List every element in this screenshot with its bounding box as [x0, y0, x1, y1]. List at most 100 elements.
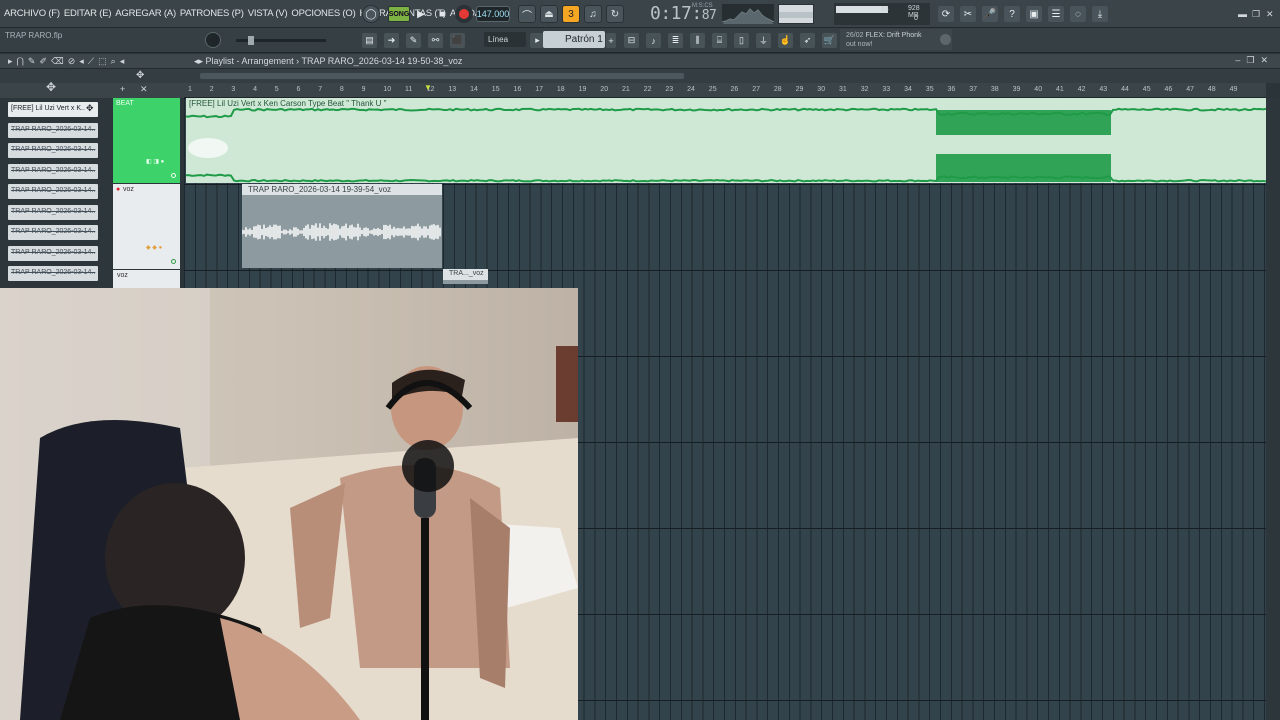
track-voz-controls[interactable]: ◆ ◆ ●: [146, 244, 162, 251]
master-volume-slider[interactable]: [236, 36, 326, 45]
news-panel[interactable]: 26/02 FLEX: Drift Phonk out now!: [840, 29, 952, 50]
plug-icon[interactable]: ⏚: [756, 33, 771, 48]
playlist-icon[interactable]: ▤: [362, 33, 377, 48]
audio-clip-tra[interactable]: TRA..._voz: [443, 269, 488, 284]
track-beat-controls[interactable]: ◧ ◨ ●: [146, 158, 164, 165]
select-tool-icon[interactable]: ⬚: [98, 56, 111, 66]
menu-editar[interactable]: EDITAR (E): [64, 8, 112, 19]
audio-clip-voz[interactable]: TRAP RARO_2026-03-14 19-39-54_voz: [242, 184, 442, 268]
picker-item-voz[interactable]: TRAP RARO_2026-03-14..: [8, 225, 98, 240]
menu-agregar[interactable]: AGREGAR (A): [115, 8, 176, 19]
picker-item-voz[interactable]: TRAP RARO_2026-03-14..: [8, 266, 98, 281]
channel-rack-icon[interactable]: ≣: [668, 33, 683, 48]
playlist-arrange-icon[interactable]: ◂▸: [194, 56, 206, 66]
ruler-bar-number: 1: [188, 86, 192, 93]
mixer-window-icon[interactable]: ⫼: [690, 33, 705, 48]
picker-item-voz[interactable]: TRAP RARO_2026-03-14..: [8, 184, 98, 199]
audio-clip-beat[interactable]: [FREE] Lil Uzi Vert x Ken Carson Type Be…: [186, 98, 1266, 183]
magnet-icon[interactable]: ⋂: [17, 56, 28, 66]
delete-tool-icon[interactable]: ⌫: [51, 56, 68, 66]
chat-icon[interactable]: ◌: [1070, 6, 1086, 22]
horizontal-zoom-icon[interactable]: ✥: [136, 70, 144, 81]
touch-icon[interactable]: ☝: [778, 33, 793, 48]
pattern-selector[interactable]: Patrón 1: [543, 31, 605, 48]
menu-patrones[interactable]: PATRONES (P): [180, 8, 244, 19]
tempo-tap-icon[interactable]: ➶: [800, 33, 815, 48]
ruler-bar-number: 14: [470, 86, 478, 93]
arrow-icon[interactable]: ➜: [384, 33, 399, 48]
track-beat-label: BEAT: [116, 100, 134, 107]
slider-handle[interactable]: [248, 36, 254, 45]
song-mode-button[interactable]: SONG: [388, 6, 410, 22]
piano-roll-icon[interactable]: ♪: [646, 33, 661, 48]
playlist-menu-icon[interactable]: ▸: [8, 56, 17, 66]
countdown-icon[interactable]: 3: [562, 5, 580, 23]
refresh-icon[interactable]: ⟳: [938, 6, 954, 22]
help-icon[interactable]: ?: [1004, 6, 1020, 22]
loop-record-icon[interactable]: ↻: [606, 5, 624, 23]
zoom-tool-icon[interactable]: ⌕: [111, 56, 120, 66]
cut-icon[interactable]: ✂: [960, 6, 976, 22]
picker-item-voz[interactable]: TRAP RARO_2026-03-14..: [8, 245, 98, 261]
pencil-tool-icon[interactable]: ✎: [28, 56, 40, 66]
slice-tool-icon[interactable]: ⟋: [88, 56, 98, 66]
track-header-voz-2[interactable]: voz: [113, 270, 180, 288]
playlist-window-controls[interactable]: –❐✕: [1235, 55, 1274, 66]
horizontal-scrollbar[interactable]: [200, 73, 684, 79]
mixer-icon[interactable]: ☰: [1048, 6, 1064, 22]
picker-move-icon[interactable]: ✥: [46, 80, 56, 94]
ruler-bar-number: 32: [860, 86, 869, 93]
ruler-bar-number: 25: [708, 86, 717, 93]
stamp-icon[interactable]: ⬛: [450, 33, 465, 48]
picker-item-voz[interactable]: TRAP RARO_2026-03-14..: [8, 163, 98, 179]
browser-icon[interactable]: ⌸: [712, 33, 727, 48]
wait-input-icon[interactable]: ⏏: [540, 5, 558, 23]
link-icon[interactable]: ⚯: [428, 33, 443, 48]
mute-tool-icon[interactable]: ⊘: [68, 56, 80, 66]
close-icon[interactable]: ✕: [1266, 9, 1274, 20]
tempo-display[interactable]: 147.000: [476, 6, 510, 22]
play-icon[interactable]: ▶: [412, 5, 430, 23]
slip-tool-icon[interactable]: ◂: [79, 56, 88, 66]
cart-icon[interactable]: 🛒: [822, 33, 837, 48]
vertical-scrollbar[interactable]: [1266, 98, 1280, 720]
timeline-ruler[interactable]: 1 2 3 4 5 6 7 8 9 10 11 12 13 14 15 16 17 18 19 20 21 22 23 24 2…: [184, 83, 1266, 98]
plugin-picker-icon[interactable]: ▯: [734, 33, 749, 48]
playlist-window-icon[interactable]: ⊟: [624, 33, 639, 48]
secondary-toolbar: TRAP RARO.flp ▤ ➜ ✎ ⚯ ⬛ Línea ▸ Patrón 1…: [0, 28, 1280, 53]
picker-item-move-icon[interactable]: ✥: [86, 103, 94, 114]
menu-vista[interactable]: VISTA (V): [248, 8, 288, 19]
playback-tool-icon[interactable]: ◂: [120, 56, 129, 66]
news-next-icon[interactable]: [940, 34, 951, 45]
minimize-icon[interactable]: ▬: [1238, 9, 1247, 19]
pencil-icon[interactable]: ✎: [406, 33, 421, 48]
playhead-marker[interactable]: ▼: [424, 83, 432, 92]
menu-opciones[interactable]: OPCIONES (O): [291, 8, 355, 19]
pattern-add-icon[interactable]: +: [606, 33, 616, 48]
metronome-icon[interactable]: ⌒: [518, 5, 536, 23]
snap-select[interactable]: Línea: [484, 32, 526, 47]
track-voz-led[interactable]: [171, 259, 176, 264]
maximize-icon[interactable]: ❐: [1252, 9, 1260, 20]
track-header-beat[interactable]: BEAT ◧ ◨ ●: [113, 98, 180, 183]
master-pitch-knob[interactable]: [205, 32, 221, 48]
picker-item-voz[interactable]: TRAP RARO_2026-03-14..: [8, 122, 98, 138]
download-icon[interactable]: ⤓: [1092, 6, 1108, 22]
ruler-bar-number: 31: [839, 86, 847, 93]
record-button[interactable]: [455, 5, 473, 23]
add-track-icon[interactable]: +: [120, 84, 125, 94]
picker-item-voz[interactable]: TRAP RARO_2026-03-14..: [8, 143, 98, 158]
picker-item-voz[interactable]: TRAP RARO_2026-03-14..: [8, 204, 98, 220]
picker-item-beat[interactable]: [FREE] Lil Uzi Vert x K..: [8, 102, 98, 117]
stop-icon[interactable]: ■: [433, 5, 451, 23]
track-beat-led[interactable]: [171, 173, 176, 178]
microphone-icon[interactable]: 🎤: [982, 6, 998, 22]
track-header-voz[interactable]: ● voz ◆ ◆ ●: [113, 184, 180, 269]
close-track-icon[interactable]: ✕: [140, 84, 148, 95]
paint-tool-icon[interactable]: ✐: [39, 56, 51, 66]
menu-archivo[interactable]: ARCHIVO (F): [4, 8, 60, 19]
save-icon[interactable]: ▣: [1026, 6, 1042, 22]
ruler-bar-number: 46: [1164, 86, 1173, 93]
record-mode-icon[interactable]: ◯: [362, 5, 380, 23]
blend-notes-icon[interactable]: ♫: [584, 5, 602, 23]
